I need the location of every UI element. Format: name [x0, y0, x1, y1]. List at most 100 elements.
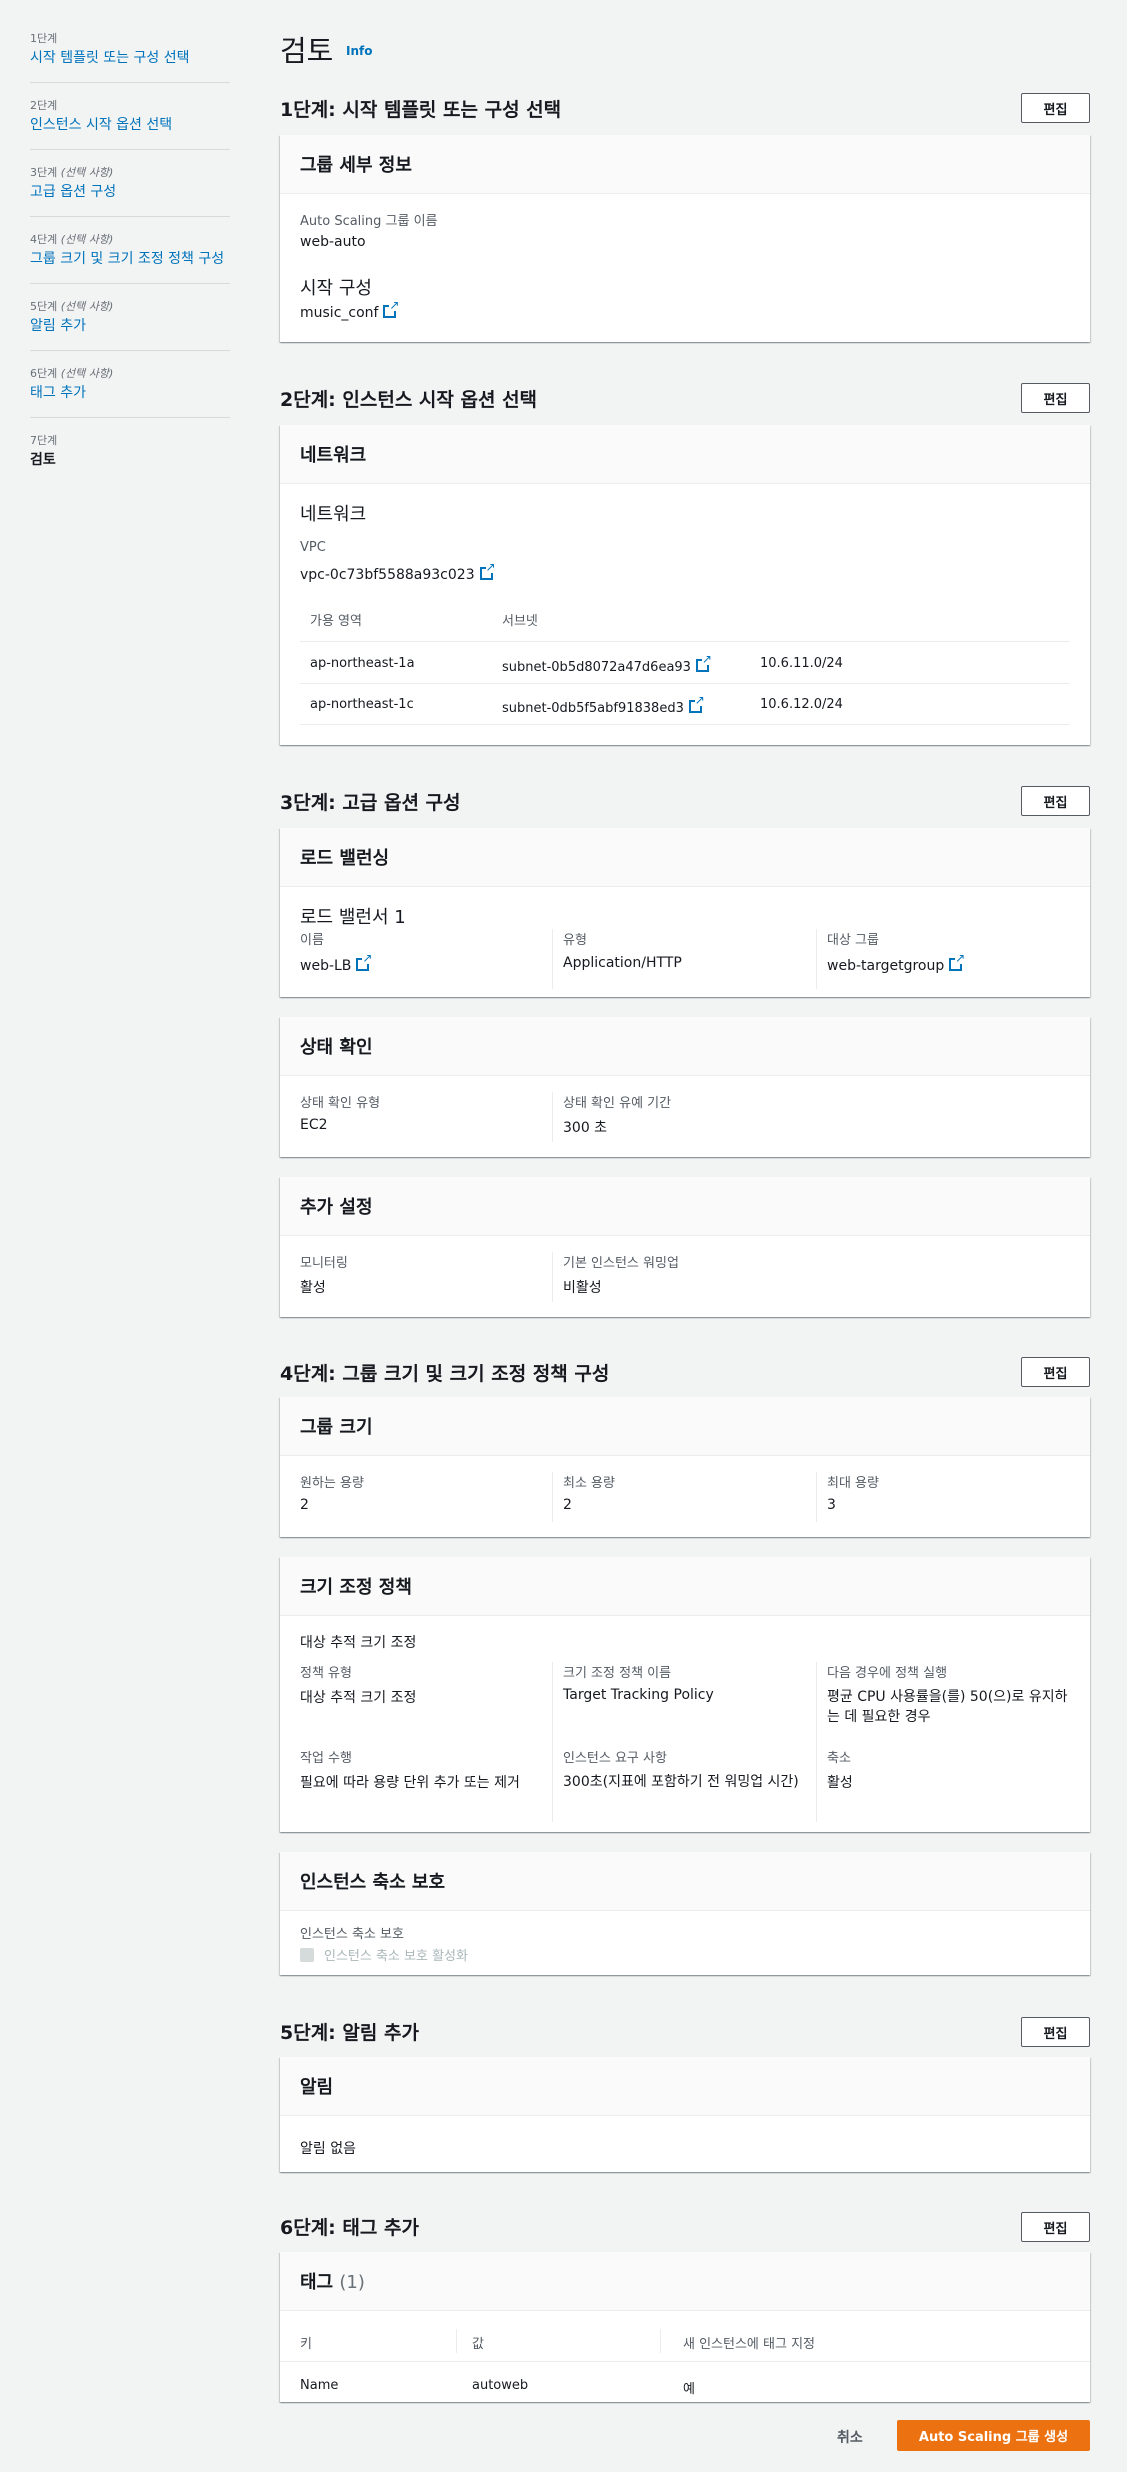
step-2-link[interactable]: 인스턴스 시작 옵션 선택 [30, 116, 230, 135]
group-size-card: 그룹 크기 원하는 용량 2 최소 용량 2 최대 용량 3 [280, 1397, 1090, 1537]
lb-name-link-wrap[interactable]: web-LB [300, 952, 373, 974]
card-title: 크기 조정 정책 [280, 1557, 1090, 1616]
step-1-nav[interactable]: 1단계 시작 템플릿 또는 구성 선택 [30, 30, 230, 83]
hc-grace-label: 상태 확인 유예 기간 [563, 1096, 672, 1111]
max-capacity-label: 최대 용량 [827, 1476, 879, 1491]
step-6-link[interactable]: 태그 추가 [30, 384, 230, 403]
wizard-steps-nav: 1단계 시작 템플릿 또는 구성 선택 2단계 인스턴스 시작 옵션 선택 3단… [30, 30, 230, 498]
step5-edit-button[interactable]: 편집 [1021, 2017, 1090, 2047]
subnet-link[interactable]: subnet-0b5d8072a47d6ea93 [502, 660, 691, 675]
tag-count: (1) [339, 2272, 365, 2293]
info-link[interactable]: Info [346, 44, 372, 58]
step-1-link[interactable]: 시작 템플릿 또는 구성 선택 [30, 49, 230, 68]
vpc-link[interactable]: vpc-0c73bf5588a93c023 [300, 567, 475, 583]
subnet-link[interactable]: subnet-0db5f5abf91838ed3 [502, 701, 684, 716]
az-column-header: 가용 영역 [310, 614, 362, 629]
no-notifications-text: 알림 없음 [300, 2141, 356, 2157]
divider [280, 2361, 1090, 2362]
step2-edit-button[interactable]: 편집 [1021, 383, 1090, 413]
step-5-nav[interactable]: 5단계 (선택 사항) 알림 추가 [30, 298, 230, 351]
step-4-nav[interactable]: 4단계 (선택 사항) 그룹 크기 및 크기 조정 정책 구성 [30, 231, 230, 284]
launch-config-link[interactable]: music_conf [300, 305, 378, 321]
divider [300, 641, 1070, 642]
step4-edit-button[interactable]: 편집 [1021, 1357, 1090, 1387]
min-capacity-label: 최소 용량 [563, 1476, 615, 1491]
key-column-header: 키 [300, 2337, 312, 2352]
lb-target-group-link[interactable]: web-targetgroup [827, 958, 944, 974]
card-title: 알림 [280, 2057, 1090, 2116]
step1-edit-button[interactable]: 편집 [1021, 93, 1090, 123]
step3-edit-button[interactable]: 편집 [1021, 786, 1090, 816]
launch-config-heading: 시작 구성 [300, 278, 372, 299]
card-title: 추가 설정 [280, 1177, 1090, 1236]
lb-name-label: 이름 [300, 933, 324, 948]
step-3-link[interactable]: 고급 옵션 구성 [30, 183, 230, 202]
column-divider [456, 2329, 457, 2353]
additional-settings-card: 추가 설정 모니터링 활성 기본 인스턴스 워밍업 비활성 [280, 1177, 1090, 1317]
divider [300, 683, 1070, 684]
step4-title: 4단계: 그룹 크기 및 크기 조정 정책 구성 [280, 1363, 610, 1385]
external-link-icon [356, 952, 373, 971]
cidr-cell: 10.6.11.0/24 [760, 656, 843, 671]
column-divider [552, 1472, 553, 1522]
step-5-link[interactable]: 알림 추가 [30, 317, 230, 336]
notifications-card: 알림 알림 없음 [280, 2057, 1090, 2172]
network-heading: 네트워크 [300, 504, 367, 525]
requirement-label: 인스턴스 요구 사항 [563, 1751, 667, 1766]
lb-type-label: 유형 [563, 933, 587, 948]
desired-capacity-value: 2 [300, 1497, 309, 1513]
step3-title: 3단계: 고급 옵션 구성 [280, 792, 461, 814]
lb-target-group-label: 대상 그룹 [827, 933, 879, 948]
step-2-nav[interactable]: 2단계 인스턴스 시작 옵션 선택 [30, 97, 230, 150]
step-7-nav-current: 7단계 검토 [30, 432, 230, 484]
execute-label: 다음 경우에 정책 실행 [827, 1666, 948, 1681]
propagate-column-header: 새 인스턴스에 태그 지정 [683, 2337, 815, 2352]
subnet-link-wrap[interactable]: subnet-0db5f5abf91838ed3 [502, 694, 705, 716]
load-balancer-heading: 로드 밸런서 1 [300, 907, 406, 928]
load-balancing-card: 로드 밸런싱 로드 밸런서 1 이름 web-LB 유형 Application… [280, 828, 1090, 997]
card-title: 그룹 세부 정보 [280, 135, 1090, 194]
step-7-label: 검토 [30, 452, 56, 468]
az-cell: ap-northeast-1c [310, 697, 414, 712]
external-link-icon [383, 299, 400, 318]
step2-title: 2단계: 인스턴스 시작 옵션 선택 [280, 389, 538, 411]
card-title: 상태 확인 [280, 1017, 1090, 1076]
lb-target-group-link-wrap[interactable]: web-targetgroup [827, 952, 966, 974]
create-asg-button[interactable]: Auto Scaling 그룹 생성 [897, 2420, 1090, 2451]
tag-propagate-cell: 예 [683, 2382, 695, 2397]
vpc-label: VPC [300, 540, 326, 555]
launch-config-link-wrap[interactable]: music_conf [300, 299, 400, 321]
lb-name-link[interactable]: web-LB [300, 958, 351, 974]
step6-edit-button[interactable]: 편집 [1021, 2212, 1090, 2242]
protect-checkbox [300, 1948, 314, 1962]
monitoring-label: 모니터링 [300, 1256, 348, 1271]
tag-value-cell: autoweb [472, 2378, 529, 2393]
hc-grace-value: 300 초 [563, 1120, 608, 1136]
asg-name-label: Auto Scaling 그룹 이름 [300, 214, 438, 229]
divider [300, 724, 1070, 725]
step-3-nav[interactable]: 3단계 (선택 사항) 고급 옵션 구성 [30, 164, 230, 217]
protect-checkbox-label: 인스턴스 축소 보호 활성화 [324, 1949, 468, 1964]
step1-title: 1단계: 시작 템플릿 또는 구성 선택 [280, 99, 562, 121]
group-details-card: 그룹 세부 정보 Auto Scaling 그룹 이름 web-auto 시작 … [280, 135, 1090, 342]
health-check-card: 상태 확인 상태 확인 유형 EC2 상태 확인 유예 기간 300 초 [280, 1017, 1090, 1157]
card-title: 인스턴스 축소 보호 [280, 1852, 1090, 1911]
step-4-link[interactable]: 그룹 크기 및 크기 조정 정책 구성 [30, 250, 230, 269]
value-column-header: 값 [472, 2337, 484, 2352]
asg-name-value: web-auto [300, 234, 366, 250]
monitoring-value: 활성 [300, 1280, 326, 1296]
vpc-link-wrap[interactable]: vpc-0c73bf5588a93c023 [300, 561, 496, 583]
policy-heading: 대상 추적 크기 조정 [300, 1635, 417, 1651]
warmup-value: 비활성 [563, 1280, 602, 1296]
cancel-button[interactable]: 취소 [837, 2427, 863, 2447]
az-cell: ap-northeast-1a [310, 656, 415, 671]
external-link-icon [688, 694, 705, 713]
cidr-cell: 10.6.12.0/24 [760, 697, 843, 712]
policy-name-label: 크기 조정 정책 이름 [563, 1666, 672, 1681]
hc-type-value: EC2 [300, 1117, 328, 1133]
step-6-nav[interactable]: 6단계 (선택 사항) 태그 추가 [30, 365, 230, 418]
card-title: 네트워크 [280, 425, 1090, 484]
policy-name-value: Target Tracking Policy [563, 1687, 714, 1703]
subnet-link-wrap[interactable]: subnet-0b5d8072a47d6ea93 [502, 653, 712, 675]
protect-checkbox-row: 인스턴스 축소 보호 활성화 [300, 1945, 468, 1964]
